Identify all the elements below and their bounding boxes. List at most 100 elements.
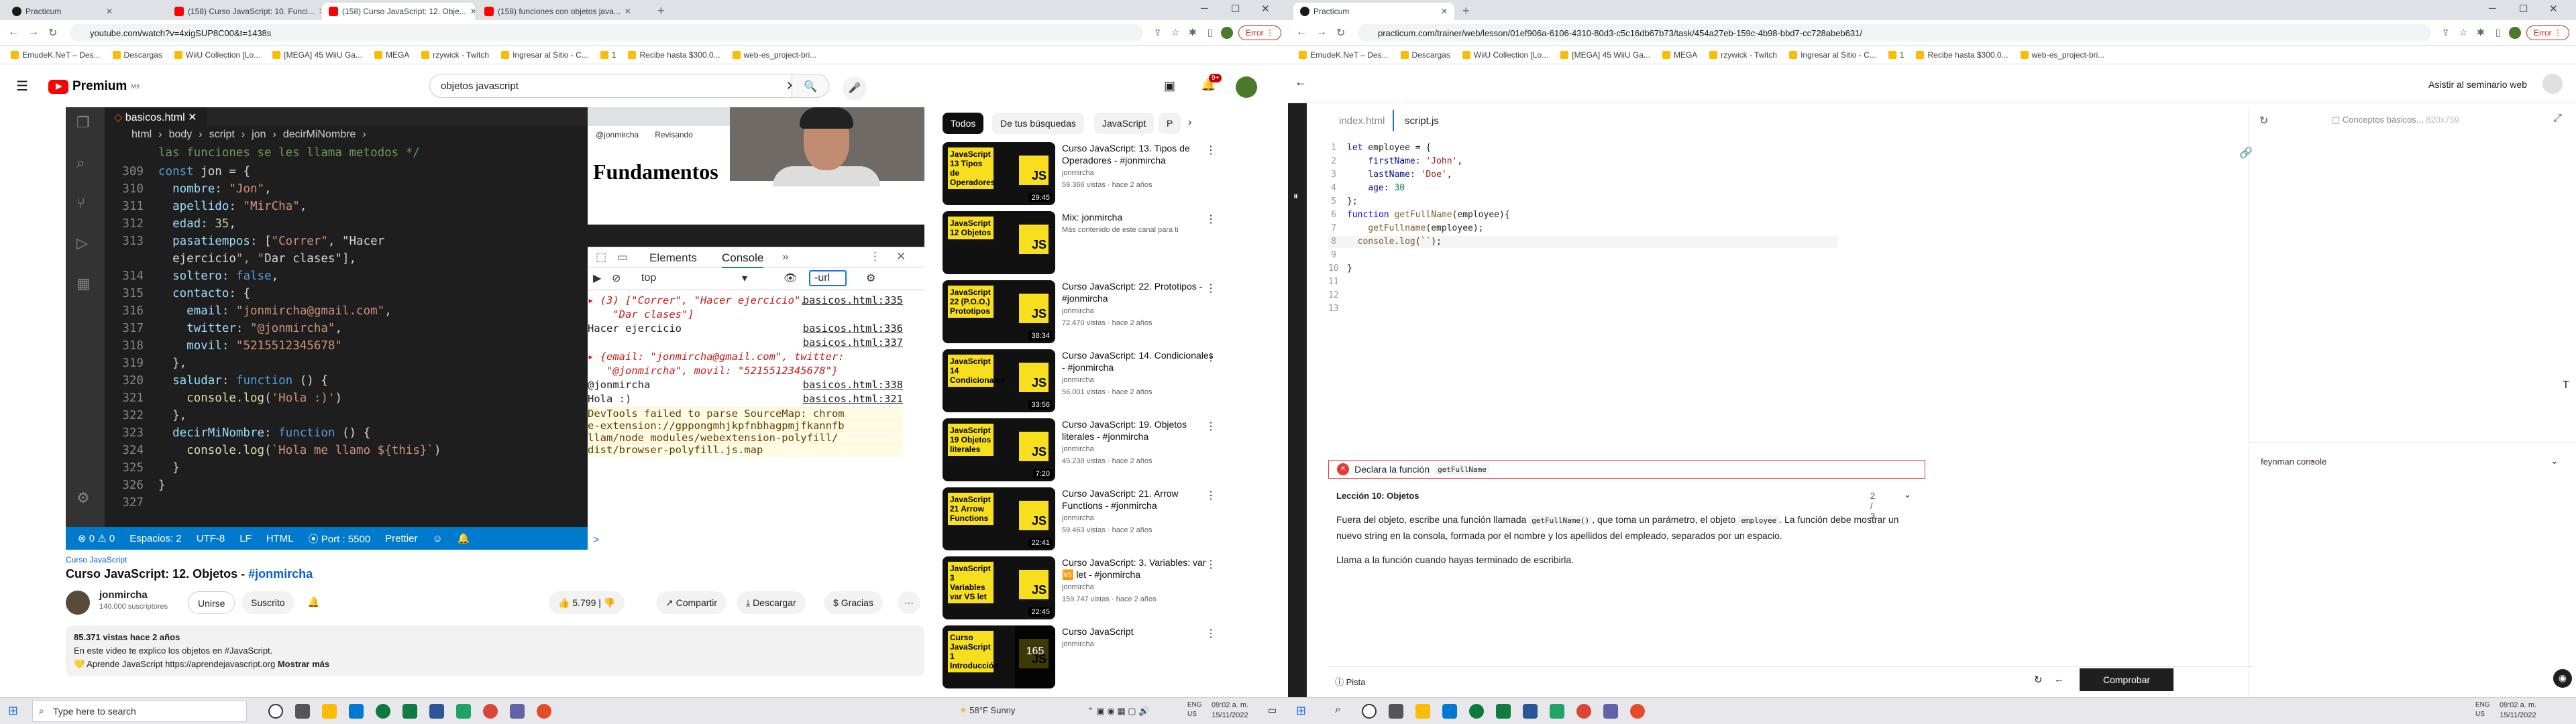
show-more-button[interactable]: Mostrar más: [278, 659, 329, 669]
maximize-icon[interactable]: ☐: [1231, 3, 1240, 15]
taskbar-search[interactable]: ⌕ Type here to search: [32, 701, 247, 722]
chip-more[interactable]: P: [1159, 113, 1181, 134]
bell-icon[interactable]: 🔔: [307, 596, 320, 608]
playlist-link[interactable]: Curso JavaScript: [66, 555, 931, 564]
weather-widget[interactable]: ☀ 58°F Sunny: [959, 705, 1015, 716]
rec-channel[interactable]: jonmircha: [1062, 583, 1216, 593]
back-arrow-icon[interactable]: ←: [1295, 75, 1307, 89]
bookmark-item[interactable]: Ingresar al Sitio - C...: [501, 50, 588, 60]
like-button[interactable]: 👍 5.799 | 👎: [549, 591, 625, 614]
sheets-icon[interactable]: [456, 704, 471, 719]
language-indicator[interactable]: ENG US: [1187, 701, 1202, 719]
video-player[interactable]: ❐ ⌕ ⑂ ▷ ▦ ⚙ ◇ basicos.html ✕ html › body › s…: [66, 107, 924, 550]
clock[interactable]: 09:02 a. m. 15/11/2022: [2500, 701, 2536, 721]
text-tool-icon[interactable]: T: [2563, 379, 2569, 391]
thumbnail[interactable]: JavaScript 3 Variables var VS let JS 22:45: [943, 556, 1055, 619]
rec-title[interactable]: Curso JavaScript: 14. Condicionales - #j…: [1062, 349, 1216, 373]
maximize-icon[interactable]: ☐: [2519, 3, 2528, 15]
more-vert-icon[interactable]: ⋮: [1205, 420, 1216, 433]
word-icon[interactable]: [429, 704, 444, 719]
bookmark-item[interactable]: Descargas: [112, 50, 162, 60]
search-button[interactable]: 🔍: [792, 74, 829, 98]
bookmark-item[interactable]: 1: [600, 50, 616, 60]
new-tab-icon[interactable]: +: [657, 4, 665, 18]
create-video-icon[interactable]: ▣: [1164, 79, 1175, 93]
more-vert-icon[interactable]: ⋮: [1205, 558, 1216, 571]
avatar[interactable]: [1236, 76, 1257, 98]
edge-icon[interactable]: [376, 704, 390, 719]
hashtag-link[interactable]: #jonmircha: [248, 567, 313, 581]
chrome-icon[interactable]: [1630, 704, 1645, 719]
edge-icon[interactable]: [1469, 704, 1484, 719]
chrome-icon[interactable]: [483, 704, 498, 719]
bookmark-item[interactable]: Recibe hasta $300.0...: [1916, 50, 2008, 60]
forward-icon[interactable]: →: [28, 26, 39, 38]
chrome-icon[interactable]: [1576, 704, 1591, 719]
bookmark-item[interactable]: 1: [1888, 50, 1904, 60]
file-explorer-icon[interactable]: [322, 704, 337, 719]
more-vert-icon[interactable]: ⋮: [1205, 627, 1216, 640]
app-icon[interactable]: [1603, 704, 1618, 719]
extensions-icon[interactable]: ✱: [1189, 27, 1197, 38]
rec-channel[interactable]: jonmircha: [1062, 514, 1216, 524]
bookmark-item[interactable]: EmudeK.NeT – Des...: [11, 50, 101, 60]
share-icon[interactable]: ⇪: [1154, 27, 1162, 38]
share-button[interactable]: ↗ Compartir: [656, 591, 727, 614]
list-item[interactable]: JavaScript 3 Variables var VS let JS 22:45…: [943, 556, 1224, 623]
webinar-link[interactable]: Asistir al seminario web: [2428, 79, 2527, 90]
error-button[interactable]: Error ⋮: [2526, 25, 2570, 40]
close-window-icon[interactable]: ✕: [2549, 3, 2558, 15]
pause-icon[interactable]: ⏸: [1293, 190, 1298, 202]
previous-icon[interactable]: ←: [2054, 674, 2064, 685]
thumbnail[interactable]: JavaScript 12 Objetos JS: [943, 211, 1055, 274]
microphone-icon[interactable]: 🎤: [843, 76, 867, 101]
list-item[interactable]: Curso JavaScript 1 IntroducciónJS165 Cur…: [943, 625, 1224, 692]
bookmark-item[interactable]: [MEGA] 45 WiiU Ga...: [272, 50, 362, 60]
profile-avatar[interactable]: [1221, 27, 1233, 39]
back-icon[interactable]: ←: [1296, 26, 1307, 38]
bookmark-item[interactable]: WiiU Collection [Lo...: [1462, 50, 1548, 60]
thumbnail[interactable]: Curso JavaScript 1 IntroducciónJS165: [943, 625, 1055, 688]
bookmark-item[interactable]: rzywick - Twitch: [1709, 50, 1777, 60]
browser-tab-active[interactable]: Practicum ✕: [1293, 3, 1454, 20]
list-item[interactable]: JavaScript 22 (P.O.O.) Prototipos JS 38:34…: [943, 280, 1224, 347]
reload-icon[interactable]: ↻: [48, 26, 57, 40]
windows-start-icon[interactable]: ⊞: [8, 704, 23, 719]
thumbnail[interactable]: JavaScript 21 Arrow Functions JS 22:41: [943, 487, 1055, 550]
rec-title[interactable]: Curso JavaScript: 3. Variables: var 🆚 le…: [1062, 556, 1216, 581]
user-avatar[interactable]: [2542, 74, 2563, 94]
chevron-down-icon[interactable]: ⌄: [1904, 489, 1911, 500]
search-input[interactable]: objetos javascript✕: [429, 74, 805, 98]
thumbnail[interactable]: JavaScript 22 (P.O.O.) Prototipos JS 38:34: [943, 280, 1055, 343]
more-vert-icon[interactable]: ⋮: [1205, 489, 1216, 502]
rec-channel[interactable]: jonmircha: [1062, 375, 1216, 385]
notification-center-icon[interactable]: ▭: [1268, 705, 1277, 716]
star-icon[interactable]: ☆: [2459, 27, 2468, 38]
rec-title[interactable]: Curso JavaScript: 19. Objetos literales …: [1062, 418, 1216, 442]
sheets-icon[interactable]: [1550, 704, 1564, 719]
list-item[interactable]: JavaScript 13 Tipos de Operadores JS 29:45…: [943, 142, 1224, 209]
close-icon[interactable]: ✕: [319, 7, 321, 16]
file-tab-script-js[interactable]: script.js: [1393, 110, 1450, 131]
browser-tab[interactable]: Practicum ✕: [5, 3, 119, 20]
youtube-logo[interactable]: Premium MX: [48, 79, 140, 94]
file-tab-index-html[interactable]: index.html: [1328, 110, 1395, 131]
more-vert-icon[interactable]: ⋮: [1205, 351, 1216, 364]
bookmark-item[interactable]: web-es_project-bri...: [732, 50, 816, 60]
share-icon[interactable]: ⇪: [2442, 27, 2450, 38]
rec-title[interactable]: Curso JavaScript: [1062, 625, 1216, 638]
thumbnail[interactable]: JavaScript 19 Objetos literales JS 7:20: [943, 418, 1055, 481]
minimize-icon[interactable]: ─: [1201, 3, 1208, 14]
star-icon[interactable]: ☆: [1171, 27, 1180, 38]
chip-all[interactable]: Todos: [943, 113, 984, 134]
channel-name[interactable]: jonmircha: [99, 589, 148, 601]
browser-tab[interactable]: (158) Curso JavaScript: 10. Funci... ✕: [168, 3, 321, 20]
reset-icon[interactable]: ↻: [2034, 674, 2043, 686]
rec-channel[interactable]: jonmircha: [1062, 444, 1216, 455]
bookmark-item[interactable]: web-es_project-bri...: [2020, 50, 2104, 60]
tray-icons[interactable]: ⌃ ▣ ◉ ▦ ▢ 🔊: [1087, 706, 1149, 717]
close-window-icon[interactable]: ✕: [1261, 3, 1270, 15]
channel-avatar[interactable]: [66, 591, 90, 615]
new-tab-icon[interactable]: +: [1462, 4, 1470, 18]
rec-title[interactable]: Mix: jonmircha: [1062, 211, 1216, 223]
